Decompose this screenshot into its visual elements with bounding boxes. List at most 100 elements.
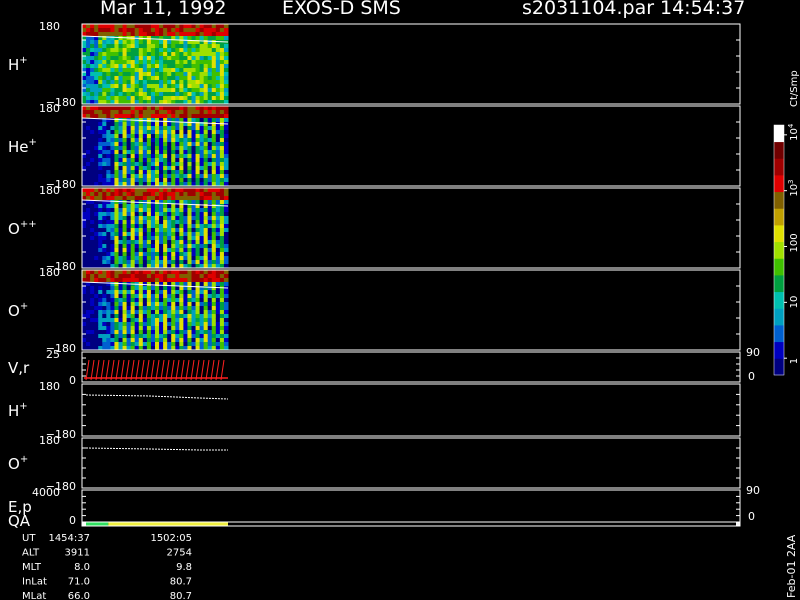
spectrogram-cell xyxy=(215,122,221,127)
spectrogram-cell xyxy=(90,28,95,33)
spectrogram-cell xyxy=(159,286,164,291)
spectrogram-cell xyxy=(150,32,156,37)
o-plus-trace xyxy=(85,447,228,451)
spectrogram-cell xyxy=(223,52,229,57)
spectrogram-cell xyxy=(175,270,180,275)
spectrogram-cell xyxy=(90,294,95,299)
spectrogram-cell xyxy=(82,24,87,29)
spectrogram-cell xyxy=(102,170,107,175)
spectrogram-cell xyxy=(167,122,172,127)
spectrogram-cell xyxy=(211,306,217,311)
spectrogram-cell xyxy=(179,142,184,147)
spectrogram-cell xyxy=(138,114,144,119)
spectrogram-cell xyxy=(203,150,209,155)
spectrogram-cell xyxy=(138,330,144,335)
spectrogram-cell xyxy=(114,244,119,249)
spectrogram-cell xyxy=(114,314,119,319)
spectrogram-cell xyxy=(142,248,148,253)
velocity-tick xyxy=(155,359,160,381)
spectrogram-cell xyxy=(130,270,136,275)
spectrogram-cell xyxy=(155,278,160,283)
spectrogram-cell xyxy=(211,84,217,89)
spectrogram-cell xyxy=(223,188,229,193)
spectrogram-cell xyxy=(167,278,172,283)
spectrogram-cell xyxy=(134,216,140,221)
spectrogram-cell xyxy=(159,76,164,81)
spectrogram-cell xyxy=(106,224,111,229)
spectrogram-cell xyxy=(102,240,107,245)
spectrogram-cell xyxy=(106,286,111,291)
spectrogram-cell xyxy=(187,142,192,147)
spectrogram-cell xyxy=(187,154,192,159)
spectrogram-cell xyxy=(114,88,119,93)
spectrogram-cell xyxy=(142,134,148,139)
spectrogram-cell xyxy=(82,106,87,111)
spectrogram-cell xyxy=(142,44,148,49)
spectrogram-cell xyxy=(142,84,148,89)
spectrogram-cell xyxy=(94,24,99,29)
spectrogram-cell xyxy=(171,72,176,77)
spectrogram-cell xyxy=(94,342,99,347)
spectrogram-cell xyxy=(187,134,192,139)
spectrogram-cell xyxy=(106,278,111,283)
spectrogram-cell xyxy=(102,68,107,73)
spectrogram-cell xyxy=(223,216,229,221)
spectrogram-cell xyxy=(171,290,176,295)
spectrogram-cell xyxy=(175,196,180,201)
spectrogram-cell xyxy=(134,122,140,127)
spectrogram-cell xyxy=(130,204,136,209)
spectrogram-cell xyxy=(142,302,148,307)
spectrogram-cell xyxy=(118,48,124,53)
velocity-tick xyxy=(125,359,130,381)
spectrogram-cell xyxy=(211,114,217,119)
orbit-footer: UT 1454:37 1502:05ALT 3911 2754MLT 8.0 9.8InLa… xyxy=(22,533,192,600)
spectrogram-cell xyxy=(90,76,95,81)
spectrogram-cell xyxy=(138,174,144,179)
spectrogram-cell xyxy=(159,72,164,77)
spectrogram-cell xyxy=(122,204,128,209)
spectrogram-cell xyxy=(98,188,103,193)
spectrogram-cell xyxy=(187,216,192,221)
spectrogram-cell xyxy=(90,158,95,163)
spectrogram-cell xyxy=(138,342,144,347)
spectrogram-cell xyxy=(159,150,164,155)
colorbar-swatch xyxy=(774,125,784,143)
spectrogram-cell xyxy=(219,84,225,89)
spectrogram-cell xyxy=(195,200,201,205)
spectrogram-cell xyxy=(138,60,144,65)
spectrogram-cell xyxy=(94,286,99,291)
spectrogram-cell xyxy=(150,88,156,93)
spectrogram-cell xyxy=(110,278,115,283)
spectrogram-cell xyxy=(215,40,221,45)
spectrogram-cell xyxy=(203,72,209,77)
spectrogram-cell xyxy=(183,196,188,201)
spectrogram-cell xyxy=(195,48,201,53)
spectrogram-cell xyxy=(98,24,103,29)
spectrogram-cell xyxy=(163,166,168,171)
spectrogram-cell xyxy=(199,318,205,323)
spectrogram-cell xyxy=(98,236,103,241)
spectrogram-cell xyxy=(183,334,188,339)
spectrogram-cell xyxy=(159,260,164,265)
spectrogram-cell xyxy=(134,44,140,49)
spectrogram-cell xyxy=(211,192,217,197)
spectrogram-cell xyxy=(114,52,119,57)
spectrogram-cell xyxy=(215,188,221,193)
spectrogram-cell xyxy=(219,322,225,327)
spectrogram-cell xyxy=(130,150,136,155)
spectrogram-cell xyxy=(114,240,119,245)
spectrogram-cell xyxy=(82,326,87,331)
spectrogram-cell xyxy=(146,56,152,61)
spectrogram-cell xyxy=(183,158,188,163)
spectrogram-cell xyxy=(203,96,209,101)
spectrogram-cell xyxy=(146,314,152,319)
spectrogram-cell xyxy=(171,248,176,253)
spectrogram-cell xyxy=(211,96,217,101)
spectrogram-cell xyxy=(114,154,119,159)
spectrogram-cell xyxy=(179,162,184,167)
spectrogram-cell xyxy=(215,192,221,197)
spectrogram-cell xyxy=(171,154,176,159)
spectrogram-cell xyxy=(82,28,87,33)
spectrogram-cell xyxy=(110,178,115,183)
spectrogram-cell xyxy=(126,286,132,291)
